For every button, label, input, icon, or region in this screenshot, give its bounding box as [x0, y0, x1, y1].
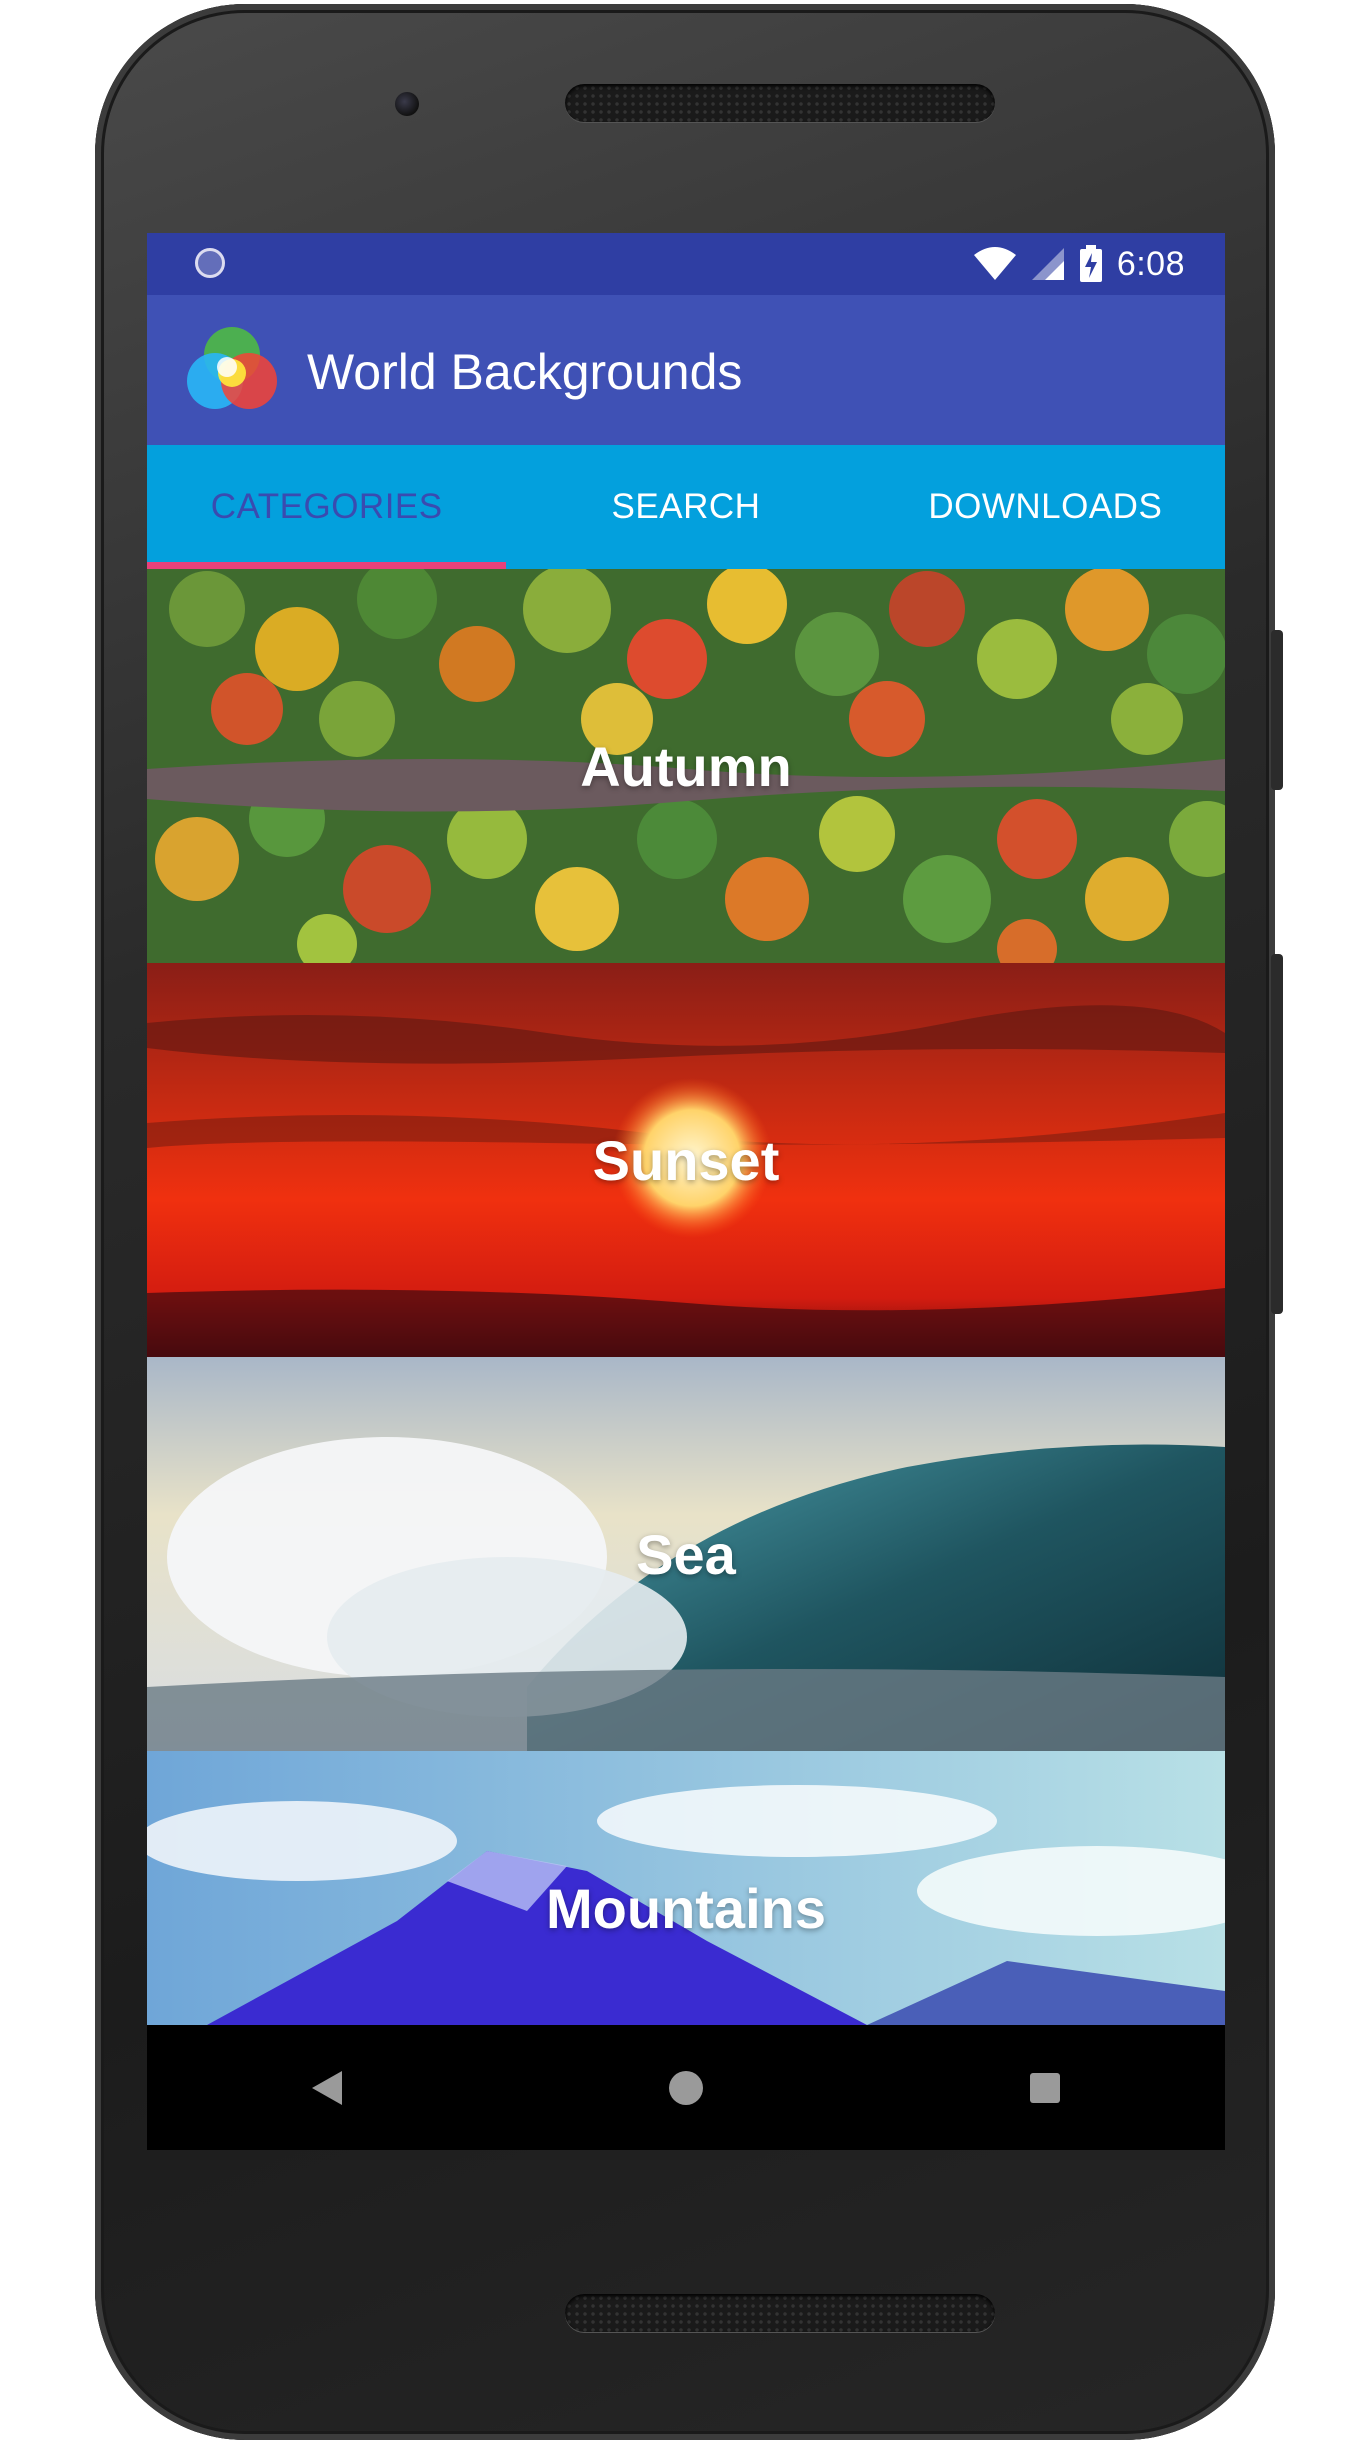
power-button [1271, 630, 1283, 790]
tab-downloads[interactable]: DOWNLOADS [866, 445, 1225, 569]
tab-search[interactable]: SEARCH [506, 445, 865, 569]
category-label-sunset: Sunset [592, 1128, 780, 1192]
back-button[interactable] [287, 2048, 367, 2128]
back-icon [311, 2070, 342, 2105]
cell-signal-icon [1031, 248, 1064, 280]
app-logo-icon [187, 327, 277, 409]
earpiece-speaker [565, 84, 995, 122]
bottom-speaker [565, 2294, 995, 2332]
recents-icon [1030, 2072, 1061, 2103]
screen: 6:08 World Backgrounds CATEGORIES SEARCH… [147, 233, 1225, 2150]
front-camera [395, 92, 419, 116]
status-icons: 6:08 [973, 239, 1185, 289]
status-bar: 6:08 [147, 233, 1225, 295]
status-time: 6:08 [1116, 244, 1185, 283]
notification-dot-icon [195, 248, 225, 278]
system-nav-bar [147, 2025, 1225, 2150]
category-autumn[interactable]: Autumn [147, 569, 1225, 963]
home-icon [668, 2070, 703, 2105]
tab-categories[interactable]: CATEGORIES [147, 445, 507, 569]
category-mountains[interactable]: Mountains [147, 1751, 1225, 2025]
wifi-icon [973, 247, 1016, 280]
category-label-autumn: Autumn [580, 734, 792, 798]
category-label-mountains: Mountains [546, 1876, 826, 1940]
app-bar: World Backgrounds [147, 295, 1225, 445]
app-title: World Backgrounds [307, 344, 743, 400]
battery-charging-icon [1079, 245, 1102, 282]
home-button[interactable] [646, 2048, 726, 2128]
tab-bar: CATEGORIES SEARCH DOWNLOADS [147, 445, 1225, 569]
recents-button[interactable] [1005, 2048, 1085, 2128]
volume-button [1271, 954, 1283, 1314]
category-sea[interactable]: Sea [147, 1357, 1225, 1751]
category-sunset[interactable]: Sunset [147, 963, 1225, 1357]
category-label-sea: Sea [636, 1522, 736, 1586]
